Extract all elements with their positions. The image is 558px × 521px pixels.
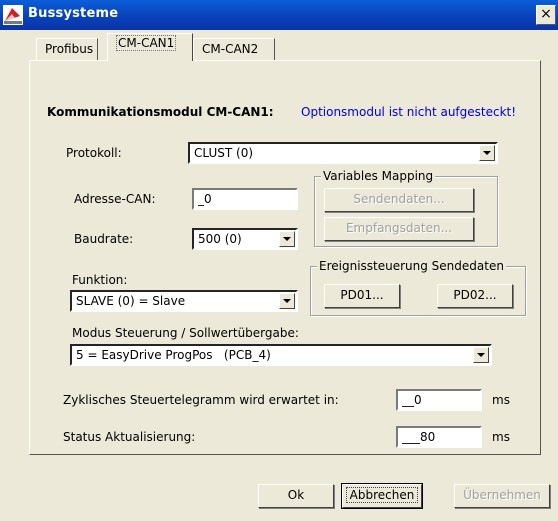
chevron-down-icon[interactable] <box>479 145 495 161</box>
funktion-label: Funktion: <box>72 273 128 287</box>
chevron-down-icon[interactable] <box>473 347 489 363</box>
status-akt-unit: ms <box>492 430 510 444</box>
funktion-value: SLAVE (0) = Slave <box>76 294 186 308</box>
adresse-field[interactable] <box>192 188 298 210</box>
sendendaten-button[interactable]: Sendendaten... <box>324 188 474 212</box>
tab-cm-can2-label: CM-CAN2 <box>202 42 259 56</box>
protokoll-value: CLUST (0) <box>194 146 254 160</box>
tab-cm-can1-label: CM-CAN1 <box>116 35 177 51</box>
pd01-button[interactable]: PD01... <box>324 284 400 308</box>
zyklisch-input[interactable] <box>398 391 480 409</box>
zyklisch-unit: ms <box>492 393 510 407</box>
protokoll-select[interactable]: CLUST (0) <box>188 142 498 164</box>
abbrechen-label: Abbrechen <box>345 487 419 503</box>
ereignissteuerung-legend: Ereignissteuerung Sendedaten <box>317 259 506 273</box>
modus-value: 5 = EasyDrive ProgPos (PCB_4) <box>76 348 271 362</box>
tab-profibus[interactable]: Profibus <box>36 38 98 60</box>
zyklisch-label: Zyklisches Steuertelegramm wird erwartet… <box>63 393 339 407</box>
module-status: Optionsmodul ist nicht aufgesteckt! <box>301 105 517 119</box>
baudrate-label: Baudrate: <box>74 232 134 246</box>
title-bar: Bussysteme × <box>0 0 558 30</box>
empfangsdaten-button[interactable]: Empfangsdaten... <box>324 217 474 241</box>
chevron-down-icon[interactable] <box>279 231 295 247</box>
baudrate-select[interactable]: 500 (0) <box>192 228 298 250</box>
uebernehmen-button[interactable]: Übernehmen <box>454 484 550 508</box>
adresse-label: Adresse-CAN: <box>74 192 156 206</box>
tab-cm-can2[interactable]: CM-CAN2 <box>193 38 275 60</box>
adresse-input[interactable] <box>194 190 296 208</box>
pd02-button[interactable]: PD02... <box>437 284 513 308</box>
status-akt-label: Status Aktualisierung: <box>63 430 196 444</box>
baudrate-value: 500 (0) <box>198 232 242 246</box>
protokoll-label: Protokoll: <box>66 146 122 160</box>
module-title: Kommunikationsmodul CM-CAN1: <box>47 105 274 119</box>
abbrechen-button[interactable]: Abbrechen <box>341 483 423 509</box>
zyklisch-field[interactable] <box>396 389 482 411</box>
ok-button[interactable]: Ok <box>258 484 334 508</box>
close-icon: × <box>540 6 552 22</box>
app-icon <box>3 5 23 25</box>
funktion-select[interactable]: SLAVE (0) = Slave <box>70 290 298 312</box>
modus-select[interactable]: 5 = EasyDrive ProgPos (PCB_4) <box>70 344 492 366</box>
tab-cm-can1[interactable]: CM-CAN1 <box>107 33 193 61</box>
status-akt-input[interactable] <box>398 428 480 446</box>
tab-profibus-label: Profibus <box>45 42 94 56</box>
variables-mapping-legend: Variables Mapping <box>321 169 436 183</box>
close-button[interactable]: × <box>536 5 556 25</box>
window-title: Bussysteme <box>28 6 119 21</box>
chevron-down-icon[interactable] <box>279 293 295 309</box>
modus-label: Modus Steuerung / Sollwertübergabe: <box>72 326 299 340</box>
status-akt-field[interactable] <box>396 426 482 448</box>
